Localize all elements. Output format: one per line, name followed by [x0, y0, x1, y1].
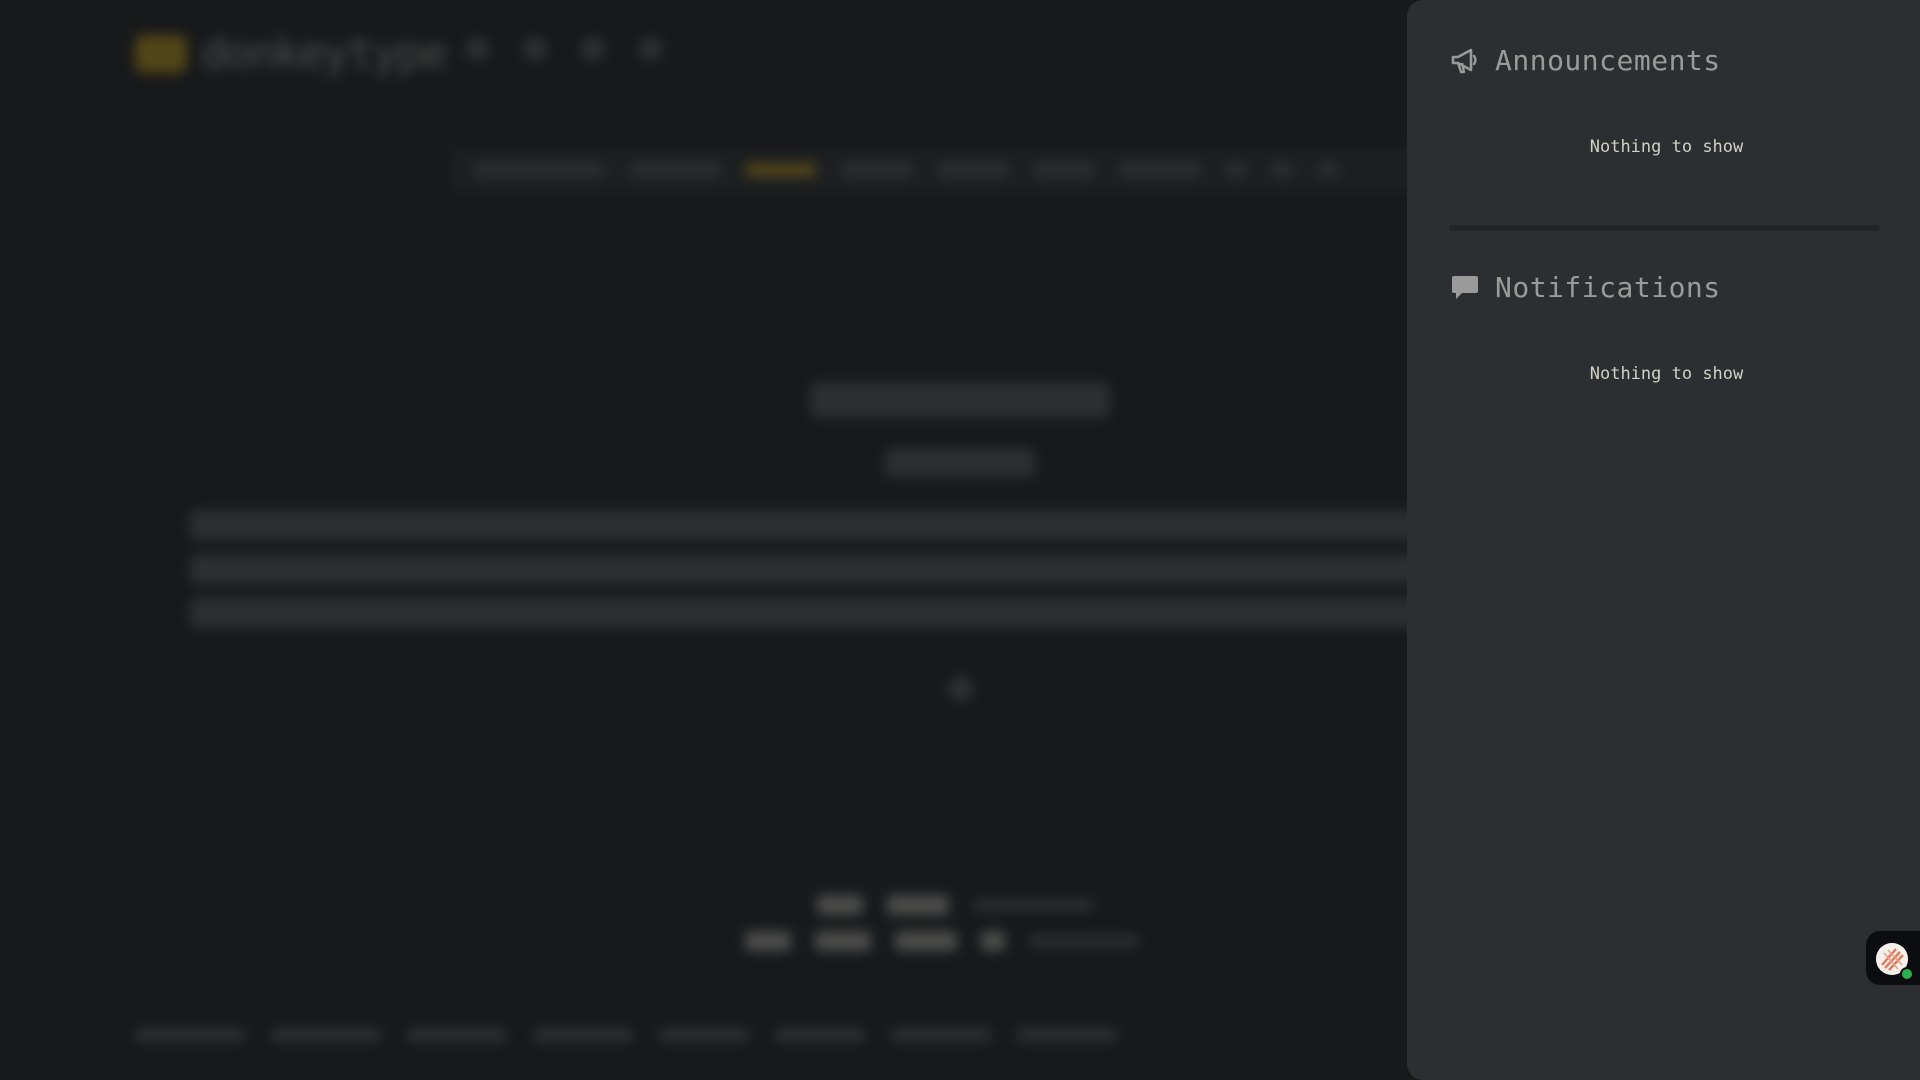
- megaphone-icon: [1451, 48, 1477, 74]
- footer-link: [891, 1028, 991, 1042]
- app-root: donkeytype Announcements Nothing to show…: [0, 0, 1920, 1080]
- announcements-title: Announcements: [1495, 43, 1721, 77]
- config-item: [630, 163, 720, 177]
- top-nav: [466, 38, 662, 60]
- footer-link: [659, 1028, 749, 1042]
- notification-center-panel: Announcements Nothing to show Notificati…: [1407, 0, 1920, 1080]
- notifications-section: Notifications Nothing to show: [1449, 267, 1880, 384]
- online-status-dot: [1900, 967, 1914, 981]
- notifications-title: Notifications: [1495, 270, 1721, 304]
- notifications-header: Notifications: [1449, 267, 1880, 307]
- settings-nav-icon: [640, 38, 662, 60]
- brand-logo: donkeytype: [135, 28, 448, 79]
- test-config-bar: [450, 148, 1430, 192]
- config-item: [1272, 163, 1292, 177]
- quote-length: [885, 448, 1035, 478]
- word-line: [190, 598, 1420, 628]
- announcements-header: Announcements: [1449, 40, 1880, 80]
- chat-widget-button[interactable]: [1866, 931, 1920, 985]
- footer-link: [775, 1028, 865, 1042]
- keyboard-nav-icon: [466, 38, 488, 60]
- keyboard-hints: [745, 895, 1139, 967]
- config-item: [842, 163, 912, 177]
- footer-links: [135, 1028, 1117, 1042]
- language-selector: [810, 382, 1110, 418]
- key-hint: [815, 931, 871, 951]
- footer-link: [271, 1028, 381, 1042]
- section-divider: [1449, 225, 1880, 231]
- config-item: [474, 163, 604, 177]
- footer-link: [1017, 1028, 1117, 1042]
- key-hint: [745, 931, 791, 951]
- config-item-active: [746, 163, 816, 177]
- key-hint: [887, 895, 949, 915]
- config-item: [938, 163, 1008, 177]
- comment-icon: [1452, 276, 1478, 299]
- keyboard-logo-icon: [135, 34, 187, 73]
- footer-link: [407, 1028, 507, 1042]
- words-area: [190, 510, 1420, 642]
- config-item: [1120, 163, 1200, 177]
- key-hint-text: [973, 899, 1093, 911]
- announcements-section: Announcements Nothing to show: [1449, 40, 1880, 231]
- brand-name: donkeytype: [201, 28, 448, 79]
- key-hint-text: [1029, 935, 1139, 947]
- key-hint: [895, 931, 957, 951]
- crown-nav-icon: [524, 38, 546, 60]
- config-item: [1034, 163, 1094, 177]
- key-hint: [981, 931, 1005, 951]
- restart-icon: [948, 676, 974, 702]
- footer-link: [533, 1028, 633, 1042]
- announcements-empty-text: Nothing to show: [1589, 137, 1744, 157]
- notifications-empty-text: Nothing to show: [1589, 364, 1744, 384]
- word-line: [190, 554, 1420, 584]
- info-nav-icon: [582, 38, 604, 60]
- config-item: [1318, 163, 1338, 177]
- config-item: [1226, 163, 1246, 177]
- word-line: [190, 510, 1420, 540]
- key-hint: [817, 895, 863, 915]
- footer-link: [135, 1028, 245, 1042]
